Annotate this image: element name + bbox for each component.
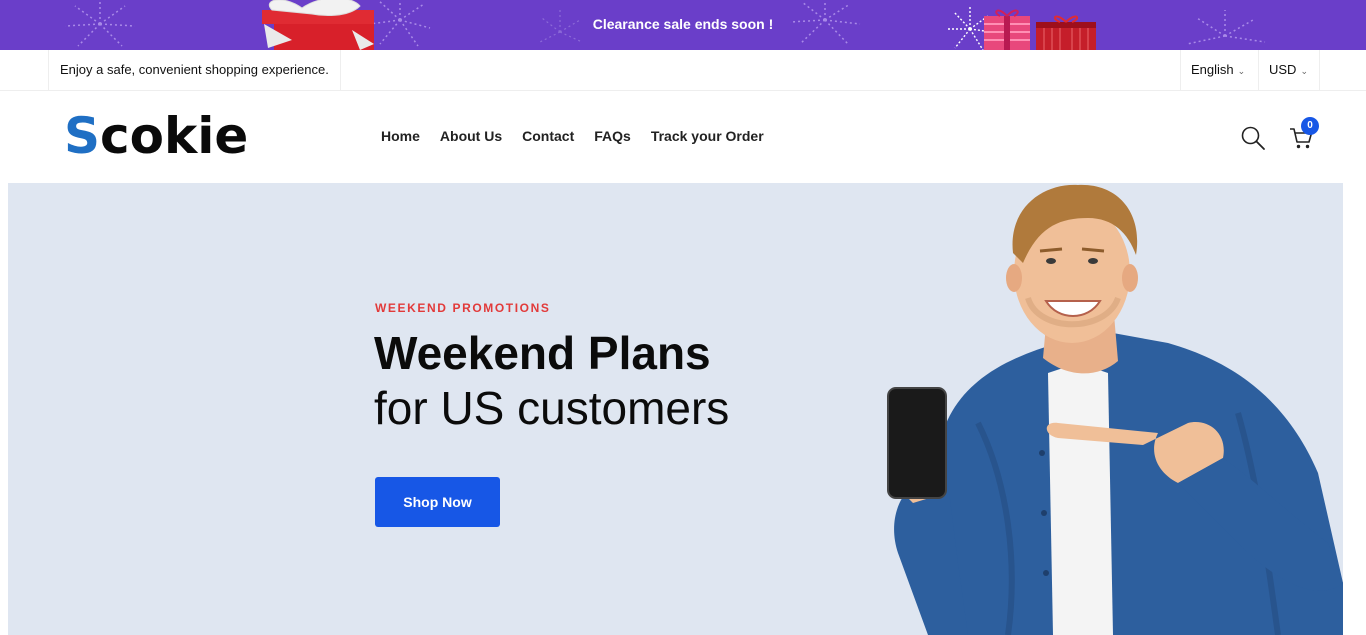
currency-selector[interactable]: USD ⌄ — [1258, 50, 1320, 90]
hero-title: Weekend Plans — [374, 327, 711, 379]
chevron-down-icon: ⌄ — [1300, 66, 1308, 76]
logo-rest: cokie — [100, 107, 249, 165]
search-icon[interactable] — [1240, 125, 1266, 151]
promo-banner: Clearance sale ends soon ! — [0, 0, 1366, 50]
hero-subtitle: for US customers — [374, 382, 730, 434]
tagline: Enjoy a safe, convenient shopping experi… — [48, 50, 341, 90]
logo[interactable]: Scokie — [64, 107, 248, 165]
nav-about-us[interactable]: About Us — [430, 128, 512, 144]
site-header: Scokie Home About Us Contact FAQs Track … — [0, 91, 1366, 183]
hero-eyebrow: WEEKEND PROMOTIONS — [375, 301, 551, 315]
hero-banner: WEEKEND PROMOTIONS Weekend Plans for US … — [8, 183, 1343, 635]
promo-text: Clearance sale ends soon ! — [592, 16, 774, 32]
cart-count-badge: 0 — [1301, 117, 1319, 135]
logo-first-letter: S — [64, 107, 101, 165]
currency-label: USD — [1269, 62, 1297, 77]
nav-home[interactable]: Home — [371, 128, 430, 144]
nav-faqs[interactable]: FAQs — [584, 128, 641, 144]
language-selector[interactable]: English ⌄ — [1180, 50, 1255, 90]
top-bar: Enjoy a safe, convenient shopping experi… — [0, 50, 1366, 91]
shop-now-button[interactable]: Shop Now — [375, 477, 500, 527]
nav-contact[interactable]: Contact — [512, 128, 584, 144]
nav-track-order[interactable]: Track your Order — [641, 128, 774, 144]
main-nav: Home About Us Contact FAQs Track your Or… — [371, 128, 774, 144]
chevron-down-icon: ⌄ — [1237, 66, 1246, 76]
language-label: English — [1191, 62, 1234, 77]
hero-person-image — [887, 184, 1343, 635]
